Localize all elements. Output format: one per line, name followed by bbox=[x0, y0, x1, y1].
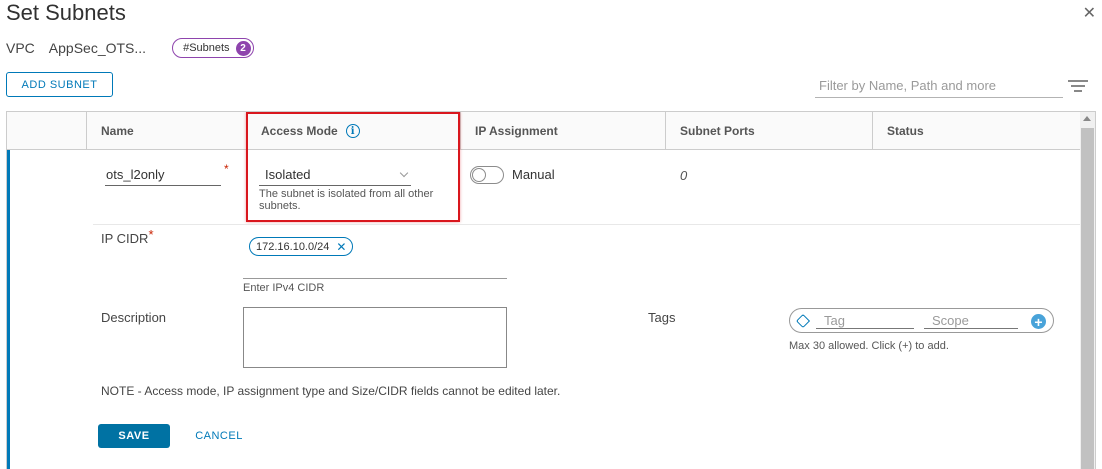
column-label: Status bbox=[887, 124, 924, 138]
subnets-grid: Name Access Mode i IP Assignment Subnet … bbox=[6, 111, 1096, 469]
subnets-badge-label: #Subnets bbox=[183, 42, 230, 54]
tags-help: Max 30 allowed. Click (+) to add. bbox=[789, 340, 949, 352]
ip-cidr-label: IP CIDR* bbox=[101, 227, 154, 246]
tag-input[interactable]: Tag bbox=[816, 313, 914, 329]
access-mode-select[interactable]: Isolated bbox=[259, 164, 411, 186]
cidr-input[interactable] bbox=[243, 262, 507, 279]
ip-assignment-toggle[interactable] bbox=[470, 166, 504, 184]
subnet-name-input[interactable]: ots_l2only bbox=[105, 164, 221, 186]
remove-chip-icon[interactable]: ✕ bbox=[336, 240, 346, 254]
edit-note: NOTE - Access mode, IP assignment type a… bbox=[101, 384, 561, 398]
plus-circle-icon[interactable]: + bbox=[1031, 314, 1046, 329]
subnets-count-badge: #Subnets 2 bbox=[172, 38, 254, 58]
scope-input[interactable]: Scope bbox=[924, 313, 1018, 329]
column-header-name[interactable]: Name bbox=[86, 112, 246, 150]
row-selected-accent bbox=[7, 150, 10, 469]
filter-field[interactable] bbox=[815, 74, 1063, 98]
tag-icon bbox=[795, 313, 811, 329]
access-mode-value: Isolated bbox=[265, 167, 311, 182]
cidr-chip-value: 172.16.10.0/24 bbox=[256, 240, 330, 253]
grid-header: Name Access Mode i IP Assignment Subnet … bbox=[7, 112, 1081, 150]
cidr-chip: 172.16.10.0/24 ✕ bbox=[249, 237, 354, 256]
filter-input[interactable] bbox=[815, 74, 1063, 97]
cancel-button[interactable]: CANCEL bbox=[187, 424, 251, 448]
tags-input-group: Tag Scope + bbox=[789, 308, 1054, 333]
close-icon[interactable]: ✕ bbox=[1083, 6, 1096, 22]
subnet-ports-value: 0 bbox=[680, 168, 688, 183]
row-divider bbox=[93, 224, 1081, 225]
ip-assignment-label: Manual bbox=[512, 167, 555, 182]
column-header-status[interactable]: Status bbox=[872, 112, 1081, 150]
add-subnet-button[interactable]: ADD SUBNET bbox=[6, 72, 113, 97]
toggle-knob bbox=[472, 168, 486, 182]
ip-cidr-label-text: IP CIDR bbox=[101, 231, 149, 246]
vpc-meta: VPC AppSec_OTS... #Subnets 2 bbox=[6, 38, 254, 58]
description-textarea[interactable] bbox=[243, 307, 507, 368]
column-label: IP Assignment bbox=[475, 124, 558, 138]
dialog-title: Set Subnets bbox=[6, 0, 126, 25]
scroll-thumb[interactable] bbox=[1081, 128, 1094, 469]
column-label: Name bbox=[101, 124, 134, 138]
tags-label: Tags bbox=[648, 310, 676, 325]
save-button[interactable]: SAVE bbox=[98, 424, 170, 448]
vpc-name: AppSec_OTS... bbox=[48, 40, 147, 56]
chevron-down-icon bbox=[399, 168, 409, 178]
access-mode-help: The subnet is isolated from all other su… bbox=[259, 188, 434, 212]
filter-lines-icon[interactable] bbox=[1068, 80, 1088, 92]
required-marker: * bbox=[224, 162, 229, 176]
description-label: Description bbox=[101, 310, 167, 325]
required-marker: * bbox=[148, 227, 154, 242]
column-header-subnet-ports[interactable]: Subnet Ports bbox=[665, 112, 872, 150]
scroll-up-arrow-icon[interactable] bbox=[1083, 116, 1091, 121]
vpc-label: VPC bbox=[6, 40, 35, 56]
subnets-count: 2 bbox=[235, 40, 251, 56]
cidr-help: Enter IPv4 CIDR bbox=[243, 282, 325, 294]
column-header-ip-assignment[interactable]: IP Assignment bbox=[460, 112, 665, 150]
vertical-scrollbar[interactable] bbox=[1080, 112, 1095, 469]
column-label: Subnet Ports bbox=[680, 124, 755, 138]
